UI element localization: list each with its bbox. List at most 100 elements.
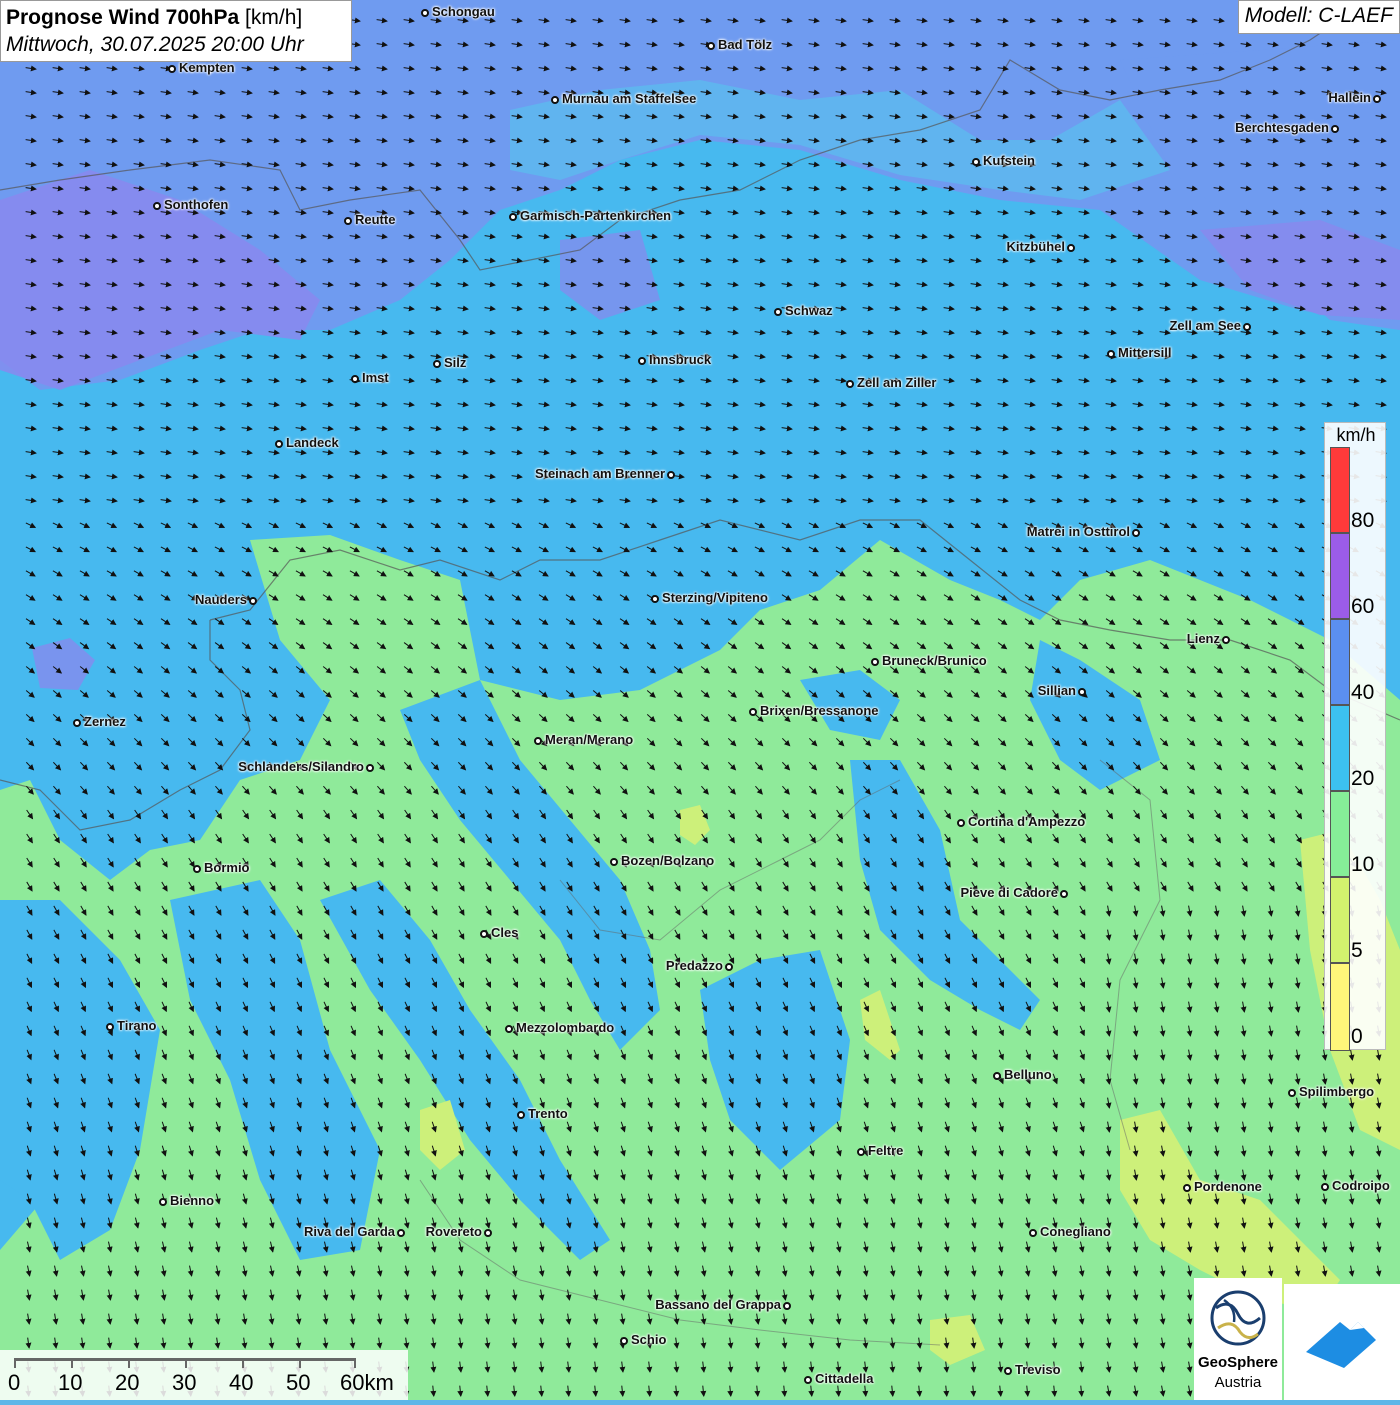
city-label-steinach[interactable]: Steinach am Brenner [535, 466, 665, 481]
city-label-cittadella[interactable]: Cittadella [815, 1371, 874, 1386]
city-label-nauders[interactable]: Nauders [195, 592, 247, 607]
city-label-sterzing[interactable]: Sterzing/Vipiteno [662, 590, 768, 605]
city-marker-cortina[interactable] [957, 819, 965, 827]
city-label-cortina[interactable]: Cortina d'Ampezzo [968, 814, 1085, 829]
city-marker-innsbruck[interactable] [638, 357, 646, 365]
city-label-sillian[interactable]: Sillian [1038, 683, 1076, 698]
city-marker-meran[interactable] [534, 737, 542, 745]
city-marker-pordenone[interactable] [1183, 1184, 1191, 1192]
city-marker-predazzo[interactable] [725, 963, 733, 971]
city-label-spilimbergo[interactable]: Spilimbergo [1299, 1084, 1374, 1099]
city-marker-spilimbergo[interactable] [1288, 1089, 1296, 1097]
city-marker-feltre[interactable] [857, 1148, 865, 1156]
city-marker-imst[interactable] [351, 375, 359, 383]
city-marker-reutte[interactable] [344, 217, 352, 225]
city-marker-sonthofen[interactable] [153, 202, 161, 210]
city-label-lienz[interactable]: Lienz [1187, 631, 1220, 646]
city-marker-tirano[interactable] [106, 1023, 114, 1031]
city-label-sonthofen[interactable]: Sonthofen [164, 197, 228, 212]
city-marker-murnau[interactable] [551, 96, 559, 104]
city-label-bozen[interactable]: Bozen/Bolzano [621, 853, 714, 868]
city-label-bad-toelz[interactable]: Bad Tölz [718, 37, 772, 52]
city-label-berchtesgaden[interactable]: Berchtesgaden [1235, 120, 1329, 135]
city-marker-bassano[interactable] [783, 1302, 791, 1310]
city-label-pieve[interactable]: Pieve di Cadore [960, 885, 1058, 900]
city-label-reutte[interactable]: Reutte [355, 212, 395, 227]
city-label-trento[interactable]: Trento [528, 1106, 568, 1121]
city-marker-mittersill[interactable] [1107, 350, 1115, 358]
city-marker-zernez[interactable] [73, 719, 81, 727]
city-label-mittersill[interactable]: Mittersill [1118, 345, 1171, 360]
city-marker-kitzbuehel[interactable] [1067, 244, 1075, 252]
city-marker-sterzing[interactable] [651, 595, 659, 603]
city-marker-treviso[interactable] [1004, 1367, 1012, 1375]
city-marker-riva[interactable] [397, 1229, 405, 1237]
city-label-zell-am-see[interactable]: Zell am See [1169, 318, 1241, 333]
city-marker-berchtesgaden[interactable] [1331, 125, 1339, 133]
city-marker-nauders[interactable] [249, 597, 257, 605]
city-marker-brixen[interactable] [749, 708, 757, 716]
city-label-feltre[interactable]: Feltre [868, 1143, 903, 1158]
city-marker-schongau[interactable] [421, 9, 429, 17]
city-marker-silz[interactable] [433, 360, 441, 368]
city-marker-bormio[interactable] [193, 865, 201, 873]
city-label-brixen[interactable]: Brixen/Bressanone [760, 703, 879, 718]
city-label-innsbruck[interactable]: Innsbruck [649, 352, 711, 367]
city-marker-rovereto[interactable] [484, 1229, 492, 1237]
city-marker-zell-am-see[interactable] [1243, 323, 1251, 331]
city-label-landeck[interactable]: Landeck [286, 435, 339, 450]
city-label-treviso[interactable]: Treviso [1015, 1362, 1061, 1377]
city-marker-lienz[interactable] [1222, 636, 1230, 644]
city-marker-mezzolombardo[interactable] [505, 1025, 513, 1033]
city-label-murnau[interactable]: Murnau am Staffelsee [562, 91, 696, 106]
city-marker-landeck[interactable] [275, 440, 283, 448]
city-marker-conegliano[interactable] [1029, 1229, 1037, 1237]
city-label-conegliano[interactable]: Conegliano [1040, 1224, 1111, 1239]
city-label-hallein[interactable]: Hallein [1328, 90, 1371, 105]
city-label-silz[interactable]: Silz [444, 355, 466, 370]
geosphere-logo[interactable]: GeoSphere Austria [1194, 1278, 1282, 1400]
city-marker-cittadella[interactable] [804, 1376, 812, 1384]
city-marker-kufstein[interactable] [972, 158, 980, 166]
city-label-zell-am-ziller[interactable]: Zell am Ziller [857, 375, 936, 390]
city-marker-kempten[interactable] [168, 65, 176, 73]
weather-app-logo[interactable] [1284, 1284, 1400, 1400]
city-label-meran[interactable]: Meran/Merano [545, 732, 633, 747]
city-marker-steinach[interactable] [667, 471, 675, 479]
city-label-matrei[interactable]: Matrei in Osttirol [1027, 524, 1130, 539]
city-marker-schio[interactable] [620, 1337, 628, 1345]
city-marker-hallein[interactable] [1373, 95, 1381, 103]
city-marker-belluno[interactable] [993, 1072, 1001, 1080]
city-marker-garmisch[interactable] [509, 213, 517, 221]
city-label-schwaz[interactable]: Schwaz [785, 303, 833, 318]
city-label-bormio[interactable]: Bormio [204, 860, 250, 875]
city-label-garmisch[interactable]: Garmisch-Partenkirchen [520, 208, 671, 223]
city-label-zernez[interactable]: Zernez [84, 714, 126, 729]
city-label-cles[interactable]: Cles [491, 925, 518, 940]
city-label-pordenone[interactable]: Pordenone [1194, 1179, 1262, 1194]
city-label-belluno[interactable]: Belluno [1004, 1067, 1052, 1082]
city-label-bassano[interactable]: Bassano del Grappa [655, 1297, 781, 1312]
city-label-kempten[interactable]: Kempten [179, 60, 235, 75]
city-marker-sillian[interactable] [1078, 688, 1086, 696]
city-label-bienno[interactable]: Bienno [170, 1193, 214, 1208]
city-marker-bruneck[interactable] [871, 658, 879, 666]
city-label-kufstein[interactable]: Kufstein [983, 153, 1035, 168]
city-label-riva[interactable]: Riva del Garda [304, 1224, 395, 1239]
city-label-imst[interactable]: Imst [362, 370, 389, 385]
city-marker-bozen[interactable] [610, 858, 618, 866]
city-label-rovereto[interactable]: Rovereto [426, 1224, 482, 1239]
city-marker-schwaz[interactable] [774, 308, 782, 316]
city-marker-codroipo[interactable] [1321, 1183, 1329, 1191]
city-label-codroipo[interactable]: Codroipo [1332, 1178, 1390, 1193]
city-label-kitzbuehel[interactable]: Kitzbühel [1007, 239, 1066, 254]
city-marker-bad-toelz[interactable] [707, 42, 715, 50]
city-marker-cles[interactable] [480, 930, 488, 938]
city-marker-bienno[interactable] [159, 1198, 167, 1206]
city-label-mezzolombardo[interactable]: Mezzolombardo [516, 1020, 614, 1035]
city-marker-zell-am-ziller[interactable] [846, 380, 854, 388]
city-label-schongau[interactable]: Schongau [432, 4, 495, 19]
city-label-bruneck[interactable]: Bruneck/Brunico [882, 653, 987, 668]
city-label-predazzo[interactable]: Predazzo [666, 958, 723, 973]
city-label-tirano[interactable]: Tirano [117, 1018, 157, 1033]
